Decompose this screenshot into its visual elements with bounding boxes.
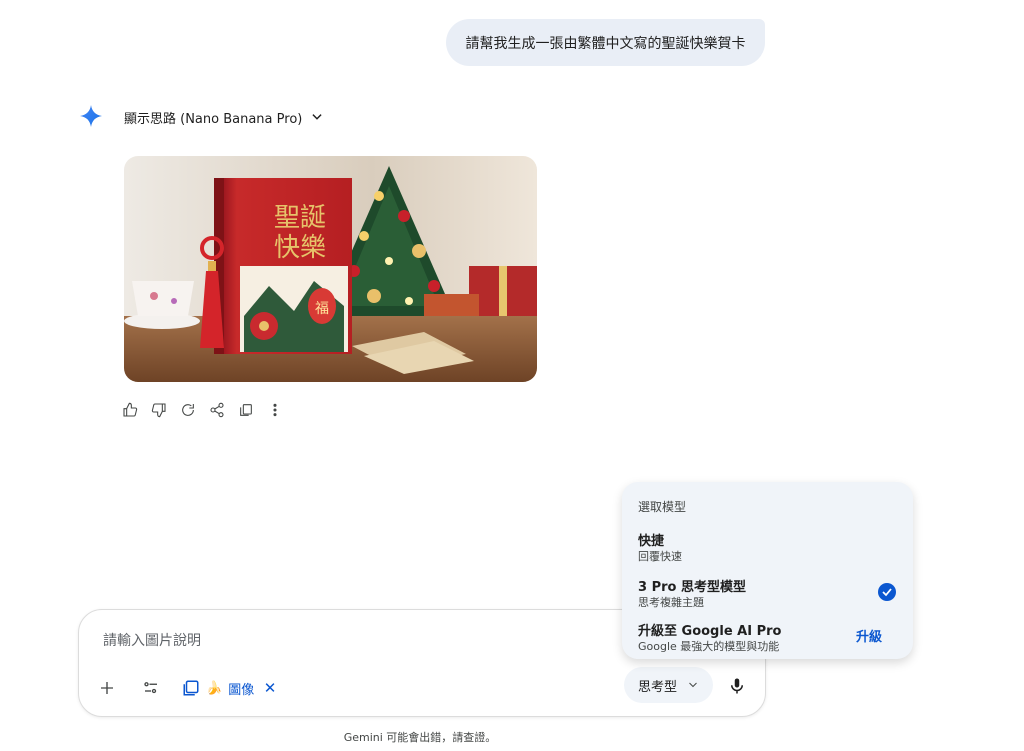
- remove-image-chip-button[interactable]: ✕: [259, 676, 281, 700]
- microphone-icon: [731, 678, 743, 694]
- card-title-line1: 聖誕: [274, 203, 326, 233]
- microphone-button[interactable]: [726, 675, 748, 697]
- chevron-down-icon: [689, 682, 697, 688]
- model-picker-menu: 選取模型 快捷 回覆快速 3 Pro 思考型模型 思考複雜主題 升級至 Goog…: [622, 482, 913, 659]
- response-actions: [120, 400, 285, 420]
- copy-button[interactable]: [236, 400, 256, 420]
- menu-title: 選取模型: [638, 500, 687, 514]
- close-icon: ✕: [263, 679, 277, 697]
- more-icon: [273, 403, 277, 417]
- user-message-text: 請幫我生成一張由繁體中文寫的聖誕快樂賀卡: [465, 35, 746, 52]
- regenerate-button[interactable]: [178, 400, 198, 420]
- generated-card-image[interactable]: 聖誕 快樂 福: [124, 156, 537, 382]
- image-chip-label: 圖像: [228, 682, 255, 698]
- tools-button[interactable]: [139, 676, 163, 700]
- model-option-description: Google 最強大的模型與功能: [638, 640, 780, 653]
- more-options-button[interactable]: [265, 400, 285, 420]
- user-message-bubble: 請幫我生成一張由繁體中文寫的聖誕快樂賀卡: [446, 19, 765, 66]
- add-button[interactable]: [95, 676, 119, 700]
- model-mode-button[interactable]: 思考型: [624, 667, 713, 703]
- banana-icon: 🍌: [206, 680, 223, 696]
- model-option-name: 升級至 Google AI Pro: [638, 624, 782, 639]
- model-option-description: 回覆快速: [638, 550, 682, 563]
- upgrade-link[interactable]: 升級: [856, 626, 882, 645]
- show-thoughts-toggle[interactable]: 顯示思路 (Nano Banana Pro): [124, 106, 324, 128]
- image-gallery-icon: [183, 680, 199, 696]
- share-icon: [210, 402, 224, 418]
- copy-icon: [240, 404, 252, 416]
- disclaimer: Gemini 可能會出錯，請查證。: [343, 731, 497, 744]
- lantern-character: 福: [315, 301, 329, 317]
- prompt-input[interactable]: [101, 629, 605, 653]
- image-tool-chip[interactable]: 🍌 圖像: [182, 676, 254, 700]
- thumbs-up-icon: [123, 402, 138, 417]
- regenerate-icon: [182, 404, 194, 416]
- model-option-3-pro-thinking[interactable]: 3 Pro 思考型模型 思考複雜主題: [622, 574, 913, 610]
- show-thoughts-label: 顯示思路 (Nano Banana Pro): [124, 111, 303, 127]
- model-option-description: 思考複雜主題: [638, 596, 704, 609]
- card-title-line2: 快樂: [274, 233, 326, 263]
- model-option-fast[interactable]: 快捷 回覆快速: [622, 528, 913, 564]
- model-option-name: 3 Pro 思考型模型: [638, 580, 746, 595]
- chevron-down-icon: [312, 114, 322, 120]
- tools-icon: [144, 682, 157, 694]
- share-button[interactable]: [207, 400, 227, 420]
- thumbs-down-button[interactable]: [149, 400, 169, 420]
- gemini-sparkle-icon: [80, 105, 102, 127]
- plus-icon: [101, 682, 113, 694]
- model-option-name: 快捷: [638, 534, 665, 549]
- thumbs-down-icon: [151, 403, 166, 418]
- model-mode-label: 思考型: [637, 679, 677, 695]
- thumbs-up-button[interactable]: [120, 400, 140, 420]
- selected-check-icon: [878, 583, 896, 601]
